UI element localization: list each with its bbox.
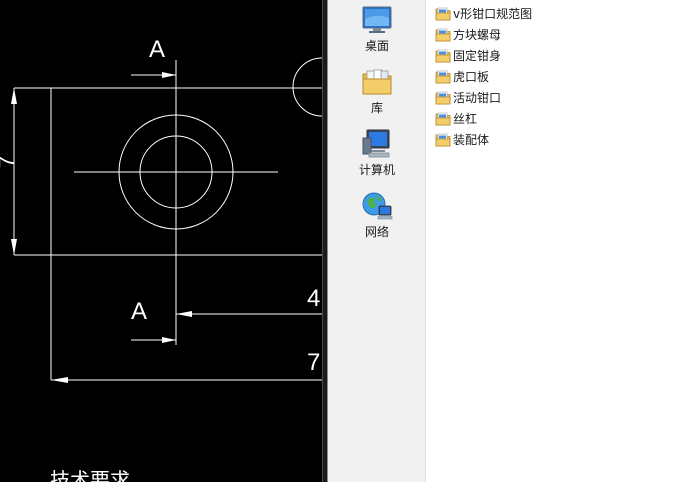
desktop-icon	[362, 6, 392, 33]
list-item-label: 装配体	[453, 133, 490, 147]
folder-icon	[435, 7, 451, 21]
nav-item-desktop[interactable]: 桌面	[328, 4, 426, 62]
nav-item-computer[interactable]: 计算机	[328, 128, 426, 186]
cad-drawing-canvas[interactable]: A A 7 4 7 技术要求	[0, 0, 322, 482]
cad-arrowhead-dim-4	[176, 311, 192, 317]
cad-dimension-text-left: 7	[0, 156, 19, 168]
network-icon	[362, 192, 393, 220]
list-item[interactable]: 方块螺母	[435, 25, 635, 45]
folder-icon	[435, 133, 451, 147]
list-item-label: 丝杠	[453, 112, 478, 126]
nav-item-library-label: 库	[370, 101, 383, 115]
nav-item-network-label: 网络	[364, 225, 389, 239]
folder-icon	[435, 49, 451, 63]
cad-arrowhead-bottom	[162, 337, 176, 343]
cad-arrowhead-top	[162, 72, 176, 78]
list-item[interactable]: v形钳口规范图	[435, 4, 635, 24]
nav-item-desktop-label: 桌面	[364, 39, 389, 53]
list-item-label: 活动钳口	[453, 91, 502, 105]
list-item[interactable]: 活动钳口	[435, 88, 635, 108]
list-item[interactable]: 固定钳身	[435, 46, 635, 66]
cad-arrowhead-left-top	[11, 88, 17, 104]
folder-icon	[435, 112, 451, 126]
list-item[interactable]: 丝杠	[435, 109, 635, 129]
folder-icon	[435, 28, 451, 42]
cad-dimension-text-4: 4	[307, 285, 321, 312]
cad-arrowhead-dim-7	[51, 377, 68, 383]
cad-drawing	[11, 57, 322, 383]
cad-partial-circle-right	[292, 57, 322, 117]
list-item-label: v形钳口规范图	[453, 7, 533, 21]
library-icon	[362, 69, 392, 95]
folder-icon	[435, 70, 451, 84]
cad-tech-requirements-text: 技术要求	[50, 468, 130, 482]
cad-arrowhead-left-bottom	[11, 239, 17, 255]
cad-section-label-top: A	[149, 36, 166, 63]
list-item-label: 方块螺母	[453, 28, 502, 42]
nav-item-computer-label: 计算机	[358, 163, 395, 177]
nav-item-network[interactable]: 网络	[328, 190, 426, 248]
list-item-label: 虎口板	[453, 70, 490, 84]
computer-icon	[362, 129, 390, 158]
folder-icon	[435, 91, 451, 105]
list-item[interactable]: 虎口板	[435, 67, 635, 87]
file-list: v形钳口规范图 方块螺母 固定钳身 虎口板 活动钳口 丝杠 装配体	[427, 0, 694, 482]
nav-item-library[interactable]: 库	[328, 66, 426, 124]
nav-pane: 桌面 库 计算机 网络	[328, 0, 426, 482]
cad-section-label-bottom: A	[131, 298, 148, 325]
cad-dimension-text-7: 7	[307, 349, 321, 376]
list-item[interactable]: 装配体	[435, 130, 635, 150]
list-item-label: 固定钳身	[453, 49, 502, 63]
